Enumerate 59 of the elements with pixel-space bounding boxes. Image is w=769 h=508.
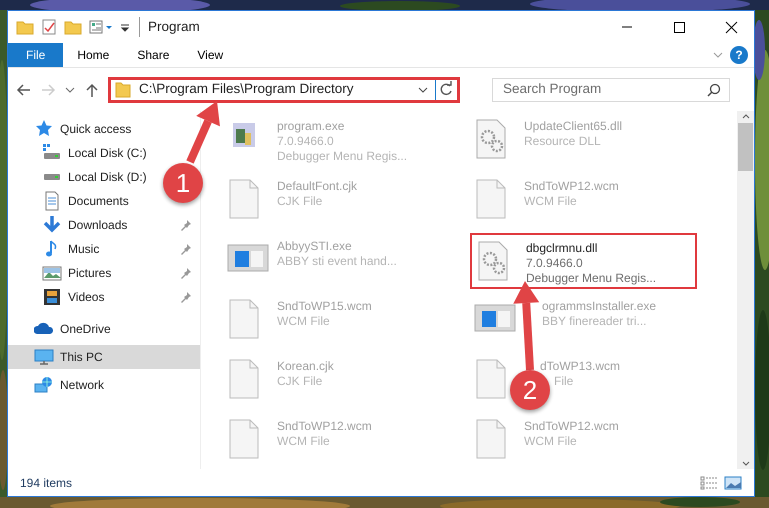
up-icon (84, 82, 100, 98)
address-field[interactable]: C:\Program Files\Program Directory (137, 78, 411, 101)
file-detail: 7.0.9466.0 (526, 256, 583, 270)
forward-icon (40, 82, 56, 98)
file-detail: CJK File (277, 194, 322, 208)
search-box[interactable]: Search Program (492, 78, 730, 102)
down-arrow-icon (42, 215, 62, 235)
file-detail: BBY finereader tri... (542, 314, 646, 328)
file-detail: Resource DLL (524, 134, 601, 148)
sidebar-item[interactable]: Local Disk (C:) (68, 146, 147, 160)
network-icon (34, 375, 54, 395)
file-detail: ABBY sti event hand... (277, 254, 397, 268)
folder-icon (115, 82, 131, 98)
sidebar-item[interactable]: This PC (8, 345, 200, 369)
details-view-icon[interactable] (700, 476, 718, 490)
sidebar-item[interactable]: Documents (68, 194, 129, 208)
file-detail: Debugger Menu Regis... (526, 271, 656, 285)
ribbon-tab[interactable]: Share (123, 43, 184, 67)
file-name[interactable]: dbgclrmnu.dll (526, 241, 598, 255)
help-button[interactable]: ? (730, 46, 748, 64)
sidebar-item[interactable]: Music (68, 242, 100, 256)
file-detail: Debugger Menu Regis... (277, 149, 408, 163)
sidebar-item[interactable]: OneDrive (60, 322, 111, 336)
properties-icon[interactable] (88, 18, 114, 36)
ribbon-tab[interactable]: View (183, 43, 238, 67)
sidebar-item[interactable]: Downloads (68, 218, 128, 232)
checklist-icon[interactable] (40, 18, 58, 36)
large-icons-view-icon[interactable] (724, 476, 742, 490)
file-detail: 7.0.9466.0 (277, 134, 334, 148)
file-detail: WCM File (277, 314, 330, 328)
back-button[interactable] (16, 82, 32, 98)
address-bar[interactable]: C:\Program Files\Program Directory (108, 76, 460, 102)
scrollbar[interactable] (737, 111, 754, 469)
file-detail: CJK File (277, 374, 322, 388)
drive-icon (42, 173, 62, 181)
file-detail: File (554, 374, 574, 388)
sidebar-item[interactable]: Pictures (68, 266, 112, 280)
pointer-arrow (186, 101, 220, 164)
file-detail: WCM File (524, 434, 577, 448)
computer-icon (34, 347, 54, 367)
sidebar-item[interactable]: Local Disk (D:) (68, 170, 147, 184)
search-field[interactable]: Search Program (501, 78, 707, 101)
file-detail: WCM File (524, 194, 577, 208)
maximize-icon (672, 20, 686, 34)
sidebar-item[interactable]: Quick access (60, 122, 132, 136)
sidebar-item[interactable]: Network (60, 378, 104, 392)
up-button[interactable] (84, 82, 100, 98)
file-detail: WCM File (277, 434, 330, 448)
sidebar-item[interactable]: Videos (68, 290, 104, 304)
back-icon (16, 82, 32, 98)
ribbon-tab[interactable]: File (8, 43, 64, 67)
item-count: 194 items (20, 474, 72, 492)
window-title: Program (139, 16, 200, 38)
scrollbar-thumb[interactable] (738, 123, 753, 171)
close-icon (724, 20, 738, 34)
search-icon (707, 82, 721, 96)
film-icon (42, 287, 62, 307)
ribbon-tab[interactable]: Home (63, 43, 124, 67)
star-icon (34, 119, 54, 139)
